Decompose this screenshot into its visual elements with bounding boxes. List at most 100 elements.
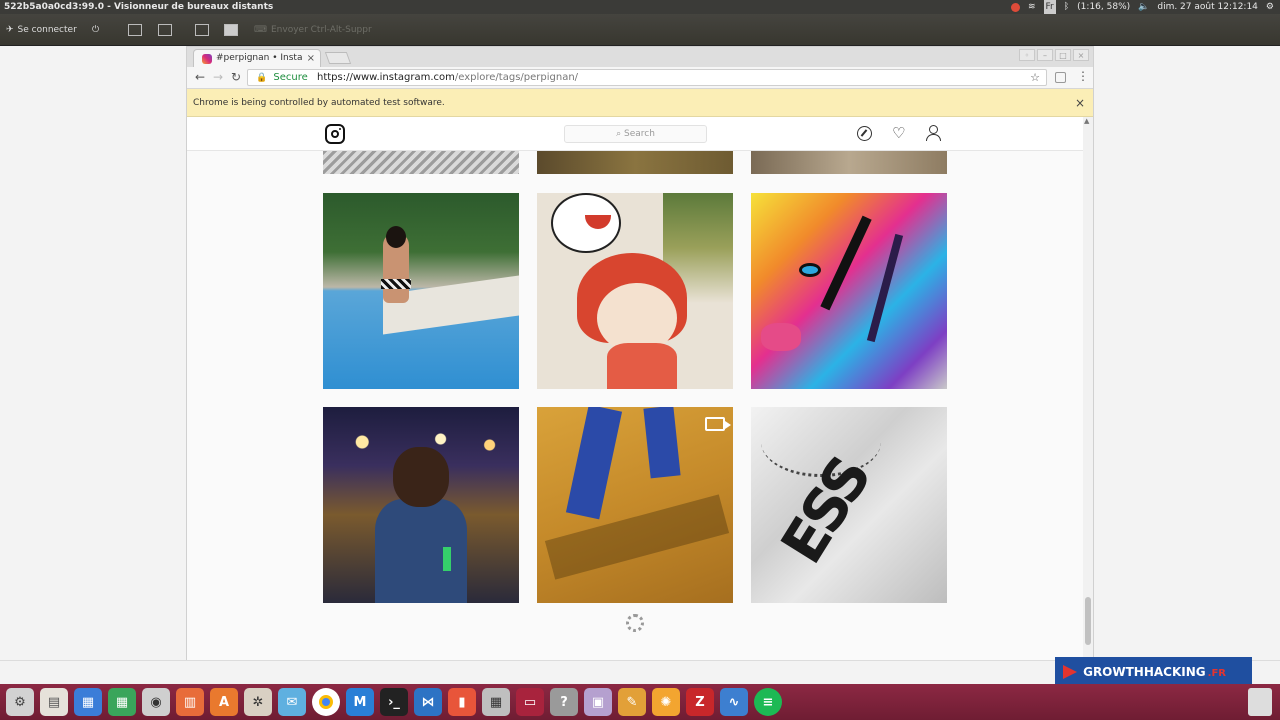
document-viewer-icon[interactable]: ▥: [176, 688, 204, 716]
terminal-icon[interactable]: ›_: [380, 688, 408, 716]
instagram-favicon-icon: [202, 54, 212, 64]
post-thumbnail[interactable]: [323, 193, 519, 389]
remote-desktop: #perpignan • Insta × ◦ – □ × ← → ↻ 🔒 Sec…: [0, 46, 1280, 684]
fullscreen-icon: [128, 24, 142, 36]
toggle-button[interactable]: [224, 20, 238, 40]
automation-infobar: Chrome is being controlled by automated …: [187, 89, 1093, 117]
clock[interactable]: dim. 27 août 12:12:14: [1157, 0, 1258, 14]
new-tab-button[interactable]: [324, 52, 352, 64]
plug-button[interactable]: ⏻: [92, 20, 99, 40]
screenshot-button[interactable]: [158, 20, 172, 40]
battery-status[interactable]: (1:16, 58%): [1077, 0, 1130, 14]
spotify-icon[interactable]: ≡: [754, 688, 782, 716]
profile-icon[interactable]: ◦: [1019, 49, 1035, 61]
connect-button[interactable]: ✈ Se connecter: [6, 20, 77, 40]
mail-icon[interactable]: ✉: [278, 688, 306, 716]
back-arrow-icon[interactable]: ←: [195, 70, 205, 84]
photo-detail: [551, 193, 621, 253]
calc-icon[interactable]: ▦: [108, 688, 136, 716]
fullscreen-button[interactable]: [128, 20, 142, 40]
reload-icon[interactable]: ↻: [231, 70, 241, 84]
post-thumbnail[interactable]: [323, 407, 519, 603]
chrome-window: #perpignan • Insta × ◦ – □ × ← → ↻ 🔒 Sec…: [186, 46, 1094, 660]
wifi-icon[interactable]: ≋: [1028, 0, 1036, 14]
star-icon[interactable]: ☆: [1030, 70, 1040, 85]
calculator-icon[interactable]: ▦: [482, 688, 510, 716]
heart-icon[interactable]: ♡: [892, 125, 905, 141]
menu-dots-icon[interactable]: ⋮: [1077, 69, 1089, 83]
monitor-icon[interactable]: ∿: [720, 688, 748, 716]
photo-detail: [375, 499, 467, 603]
ctrl-alt-del-button[interactable]: ⌨ Envoyer Ctrl-Alt-Suppr: [254, 20, 372, 40]
post-thumbnail[interactable]: [323, 151, 519, 174]
chrome-icon[interactable]: [312, 688, 340, 716]
compass-icon[interactable]: [857, 125, 872, 141]
messaging-icon[interactable]: ▮: [448, 688, 476, 716]
minimize-button[interactable]: –: [1037, 49, 1053, 61]
scroll-up-icon[interactable]: ▲: [1084, 117, 1089, 125]
maximize-button[interactable]: □: [1055, 49, 1071, 61]
keyboard-layout[interactable]: Fr: [1043, 0, 1056, 14]
post-thumbnail[interactable]: [537, 407, 733, 603]
instagram-page: ⌕ Search ♡ ESS ▲: [187, 117, 1093, 660]
post-thumbnail[interactable]: [537, 151, 733, 174]
url-input[interactable]: 🔒 Secure https://www.instagram.com/explo…: [247, 69, 1047, 86]
connect-label: Se connecter: [17, 25, 77, 35]
window-list-icon[interactable]: ▭: [516, 688, 544, 716]
page-scrollbar[interactable]: ▲: [1083, 117, 1093, 660]
photo-detail: [607, 343, 677, 389]
keyboard-button[interactable]: [195, 20, 209, 40]
remote-viewer-icon[interactable]: ▣: [584, 688, 612, 716]
photo-detail: [565, 407, 623, 520]
omnibar: ← → ↻ 🔒 Secure https://www.instagram.com…: [187, 67, 1093, 89]
photo-detail: [381, 279, 411, 289]
post-thumbnail[interactable]: ESS: [751, 407, 947, 603]
volume-icon[interactable]: 🔈: [1138, 0, 1149, 14]
tab-strip: #perpignan • Insta × ◦ – □ ×: [187, 47, 1093, 67]
forward-arrow-icon[interactable]: →: [213, 70, 223, 84]
video-camera-icon: [705, 417, 731, 431]
tab-title: #perpignan • Insta: [216, 53, 303, 63]
post-thumbnail[interactable]: [751, 151, 947, 174]
photo-detail: [820, 215, 872, 311]
search-icon: ⌕: [616, 129, 624, 139]
user-icon[interactable]: [925, 125, 942, 141]
tab-close-icon[interactable]: ×: [307, 50, 315, 67]
keyboard-icon: [195, 24, 209, 36]
sun-icon[interactable]: ✺: [652, 688, 680, 716]
photo-detail: [761, 323, 801, 351]
post-thumbnail[interactable]: [751, 193, 947, 389]
instagram-header: ⌕ Search ♡: [187, 117, 1083, 151]
search-placeholder: Search: [623, 129, 655, 139]
mailspring-icon[interactable]: M: [346, 688, 374, 716]
system-tray: ≋ Fr ᛒ (1:16, 58%) 🔈 dim. 27 août 12:12:…: [1010, 0, 1274, 14]
camera-icon[interactable]: ◉: [142, 688, 170, 716]
infobar-close-icon[interactable]: ×: [1075, 89, 1085, 117]
help-icon[interactable]: ?: [550, 688, 578, 716]
gear-icon[interactable]: ⚙: [1266, 0, 1274, 14]
trash-icon[interactable]: [1248, 688, 1272, 716]
bluetooth-icon[interactable]: ᛒ: [1064, 0, 1069, 14]
instagram-logo-icon[interactable]: [325, 124, 345, 144]
camera-icon: [158, 24, 172, 36]
settings-icon[interactable]: ⚙: [6, 688, 34, 716]
files-icon[interactable]: ▤: [40, 688, 68, 716]
pen-icon[interactable]: ✎: [618, 688, 646, 716]
search-input[interactable]: ⌕ Search: [564, 125, 707, 143]
system-top-bar: 522b5a0a0cd3:99.0 - Visionneur de bureau…: [0, 0, 1280, 14]
plug-icon: ⏻: [92, 25, 100, 35]
badge-brand: GROWTHHACKING: [1083, 665, 1206, 679]
post-thumbnail[interactable]: [537, 193, 733, 389]
app-store-icon[interactable]: A: [210, 688, 238, 716]
system-tools-icon[interactable]: ✲: [244, 688, 272, 716]
scrollbar-thumb[interactable]: [1085, 597, 1091, 645]
vscode-icon[interactable]: ⋈: [414, 688, 442, 716]
tab-perpignan[interactable]: #perpignan • Insta ×: [193, 49, 321, 67]
chrome-tray-icon[interactable]: [1010, 2, 1020, 12]
filezilla-icon[interactable]: Z: [686, 688, 714, 716]
writer-icon[interactable]: ▦: [74, 688, 102, 716]
photo-detail: [799, 263, 821, 277]
close-window-button[interactable]: ×: [1073, 49, 1089, 61]
window-controls: ◦ – □ ×: [1019, 49, 1089, 61]
extension-icon[interactable]: [1055, 72, 1066, 83]
